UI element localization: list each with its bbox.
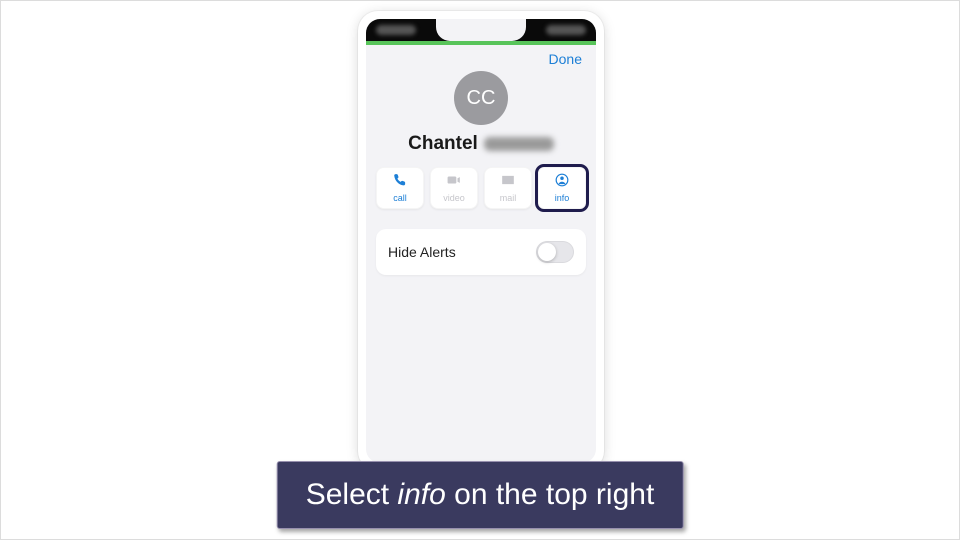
person-circle-icon [554, 173, 570, 192]
mail-button: mail [484, 167, 532, 209]
hide-alerts-row: Hide Alerts [376, 229, 586, 275]
video-label: video [443, 193, 465, 203]
caption-pre: Select [306, 478, 398, 511]
info-label: info [555, 193, 570, 203]
video-icon [446, 173, 462, 192]
caption-post: on the top right [446, 478, 654, 511]
info-button[interactable]: info [538, 167, 586, 209]
hide-alerts-label: Hide Alerts [388, 244, 456, 260]
call-activity-bar [366, 41, 596, 45]
done-button[interactable]: Done [549, 51, 582, 67]
device-notch [436, 19, 526, 41]
mail-icon [500, 173, 516, 192]
stage: Done CC Chantel call [1, 1, 960, 541]
contact-action-row: call video mail [376, 167, 586, 209]
phone-device-frame: Done CC Chantel call [358, 11, 604, 471]
contact-header: CC Chantel [366, 71, 596, 155]
contact-first-name: Chantel [408, 133, 478, 155]
contact-last-name-redacted [484, 137, 554, 151]
phone-screen: Done CC Chantel call [366, 19, 596, 463]
status-right-blur [546, 25, 586, 35]
phone-icon [392, 173, 408, 192]
status-left-blur [376, 25, 416, 35]
mail-label: mail [500, 193, 517, 203]
avatar: CC [454, 71, 508, 125]
hide-alerts-toggle[interactable] [536, 241, 574, 263]
call-button[interactable]: call [376, 167, 424, 209]
caption-emphasis: info [397, 478, 445, 511]
contact-name: Chantel [408, 133, 554, 155]
call-label: call [393, 193, 407, 203]
instruction-caption: Select info on the top right [277, 461, 684, 529]
toggle-knob [538, 243, 556, 261]
video-button: video [430, 167, 478, 209]
